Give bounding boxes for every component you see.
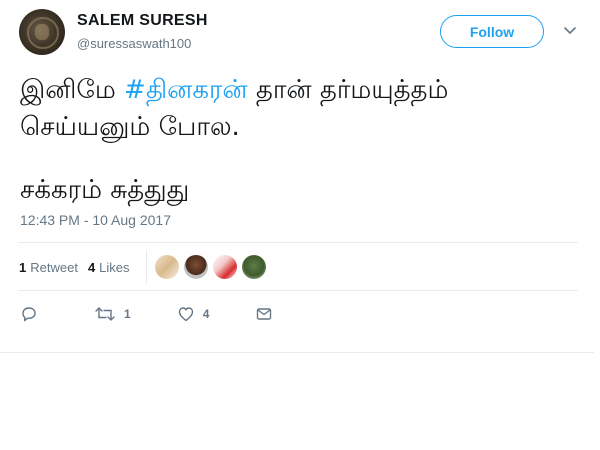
envelope-icon [257, 308, 272, 320]
liker-avatars [154, 255, 271, 279]
retweet-stat-count: 1 [19, 259, 27, 275]
tweet-timestamp[interactable]: 12:43 PM - 10 Aug 2017 [20, 212, 171, 228]
retweet-stat[interactable]: 1 Retweet [19, 260, 78, 275]
author-handle[interactable]: @suressaswath100 [77, 36, 191, 51]
reply-icon [22, 307, 36, 322]
tweet-stats: 1 Retweet 4 Likes [19, 250, 271, 284]
tweet-line-2: செய்யனும் போல. [20, 112, 240, 142]
liker-avatar[interactable] [154, 255, 179, 279]
chevron-down-icon[interactable] [563, 26, 577, 36]
avatar-seal-core [35, 24, 49, 40]
tweet-actions: 1 4 [20, 304, 273, 324]
liker-avatar[interactable] [212, 255, 237, 279]
liker-avatar[interactable] [241, 255, 266, 279]
author-display-name[interactable]: SALEM SURESH [77, 12, 208, 30]
tweet-text-before-hashtag: இனிமே [20, 75, 125, 105]
reply-button[interactable] [20, 305, 38, 323]
tweet-card: SALEM SURESH @suressaswath100 Follow இனி… [0, 0, 594, 353]
follow-button[interactable]: Follow [440, 15, 544, 48]
like-action-count: 4 [202, 307, 210, 321]
divider-bottom [18, 290, 578, 291]
tweet-text: இனிமே #தினகரன் தான் தர்மயுத்தம் செய்யனும… [20, 72, 580, 209]
tweet-line-3: சக்கரம் சுத்துது [20, 175, 190, 205]
retweet-stat-label: Retweet [30, 259, 78, 275]
like-stat-label: Likes [99, 259, 130, 275]
tweet-text-after-hashtag: தான் தர்மயுத்தம் [247, 75, 449, 105]
hashtag-link[interactable]: #தினகரன் [124, 75, 248, 105]
liker-avatar[interactable] [183, 255, 208, 279]
retweet-action-count: 1 [124, 307, 131, 321]
stats-divider [145, 250, 147, 284]
like-stat[interactable]: 4 Likes [88, 260, 130, 275]
like-stat-count: 4 [87, 259, 96, 275]
retweet-icon [95, 307, 115, 321]
author-avatar[interactable] [19, 9, 65, 55]
retweet-button[interactable]: 1 [94, 305, 131, 323]
heart-icon [178, 307, 193, 322]
direct-message-button[interactable] [255, 305, 273, 323]
tweet-line-1: இனிமே #தினகரன் தான் தர்மயுத்தம் [20, 72, 580, 109]
divider-top [18, 242, 578, 243]
like-button[interactable]: 4 [177, 305, 210, 323]
